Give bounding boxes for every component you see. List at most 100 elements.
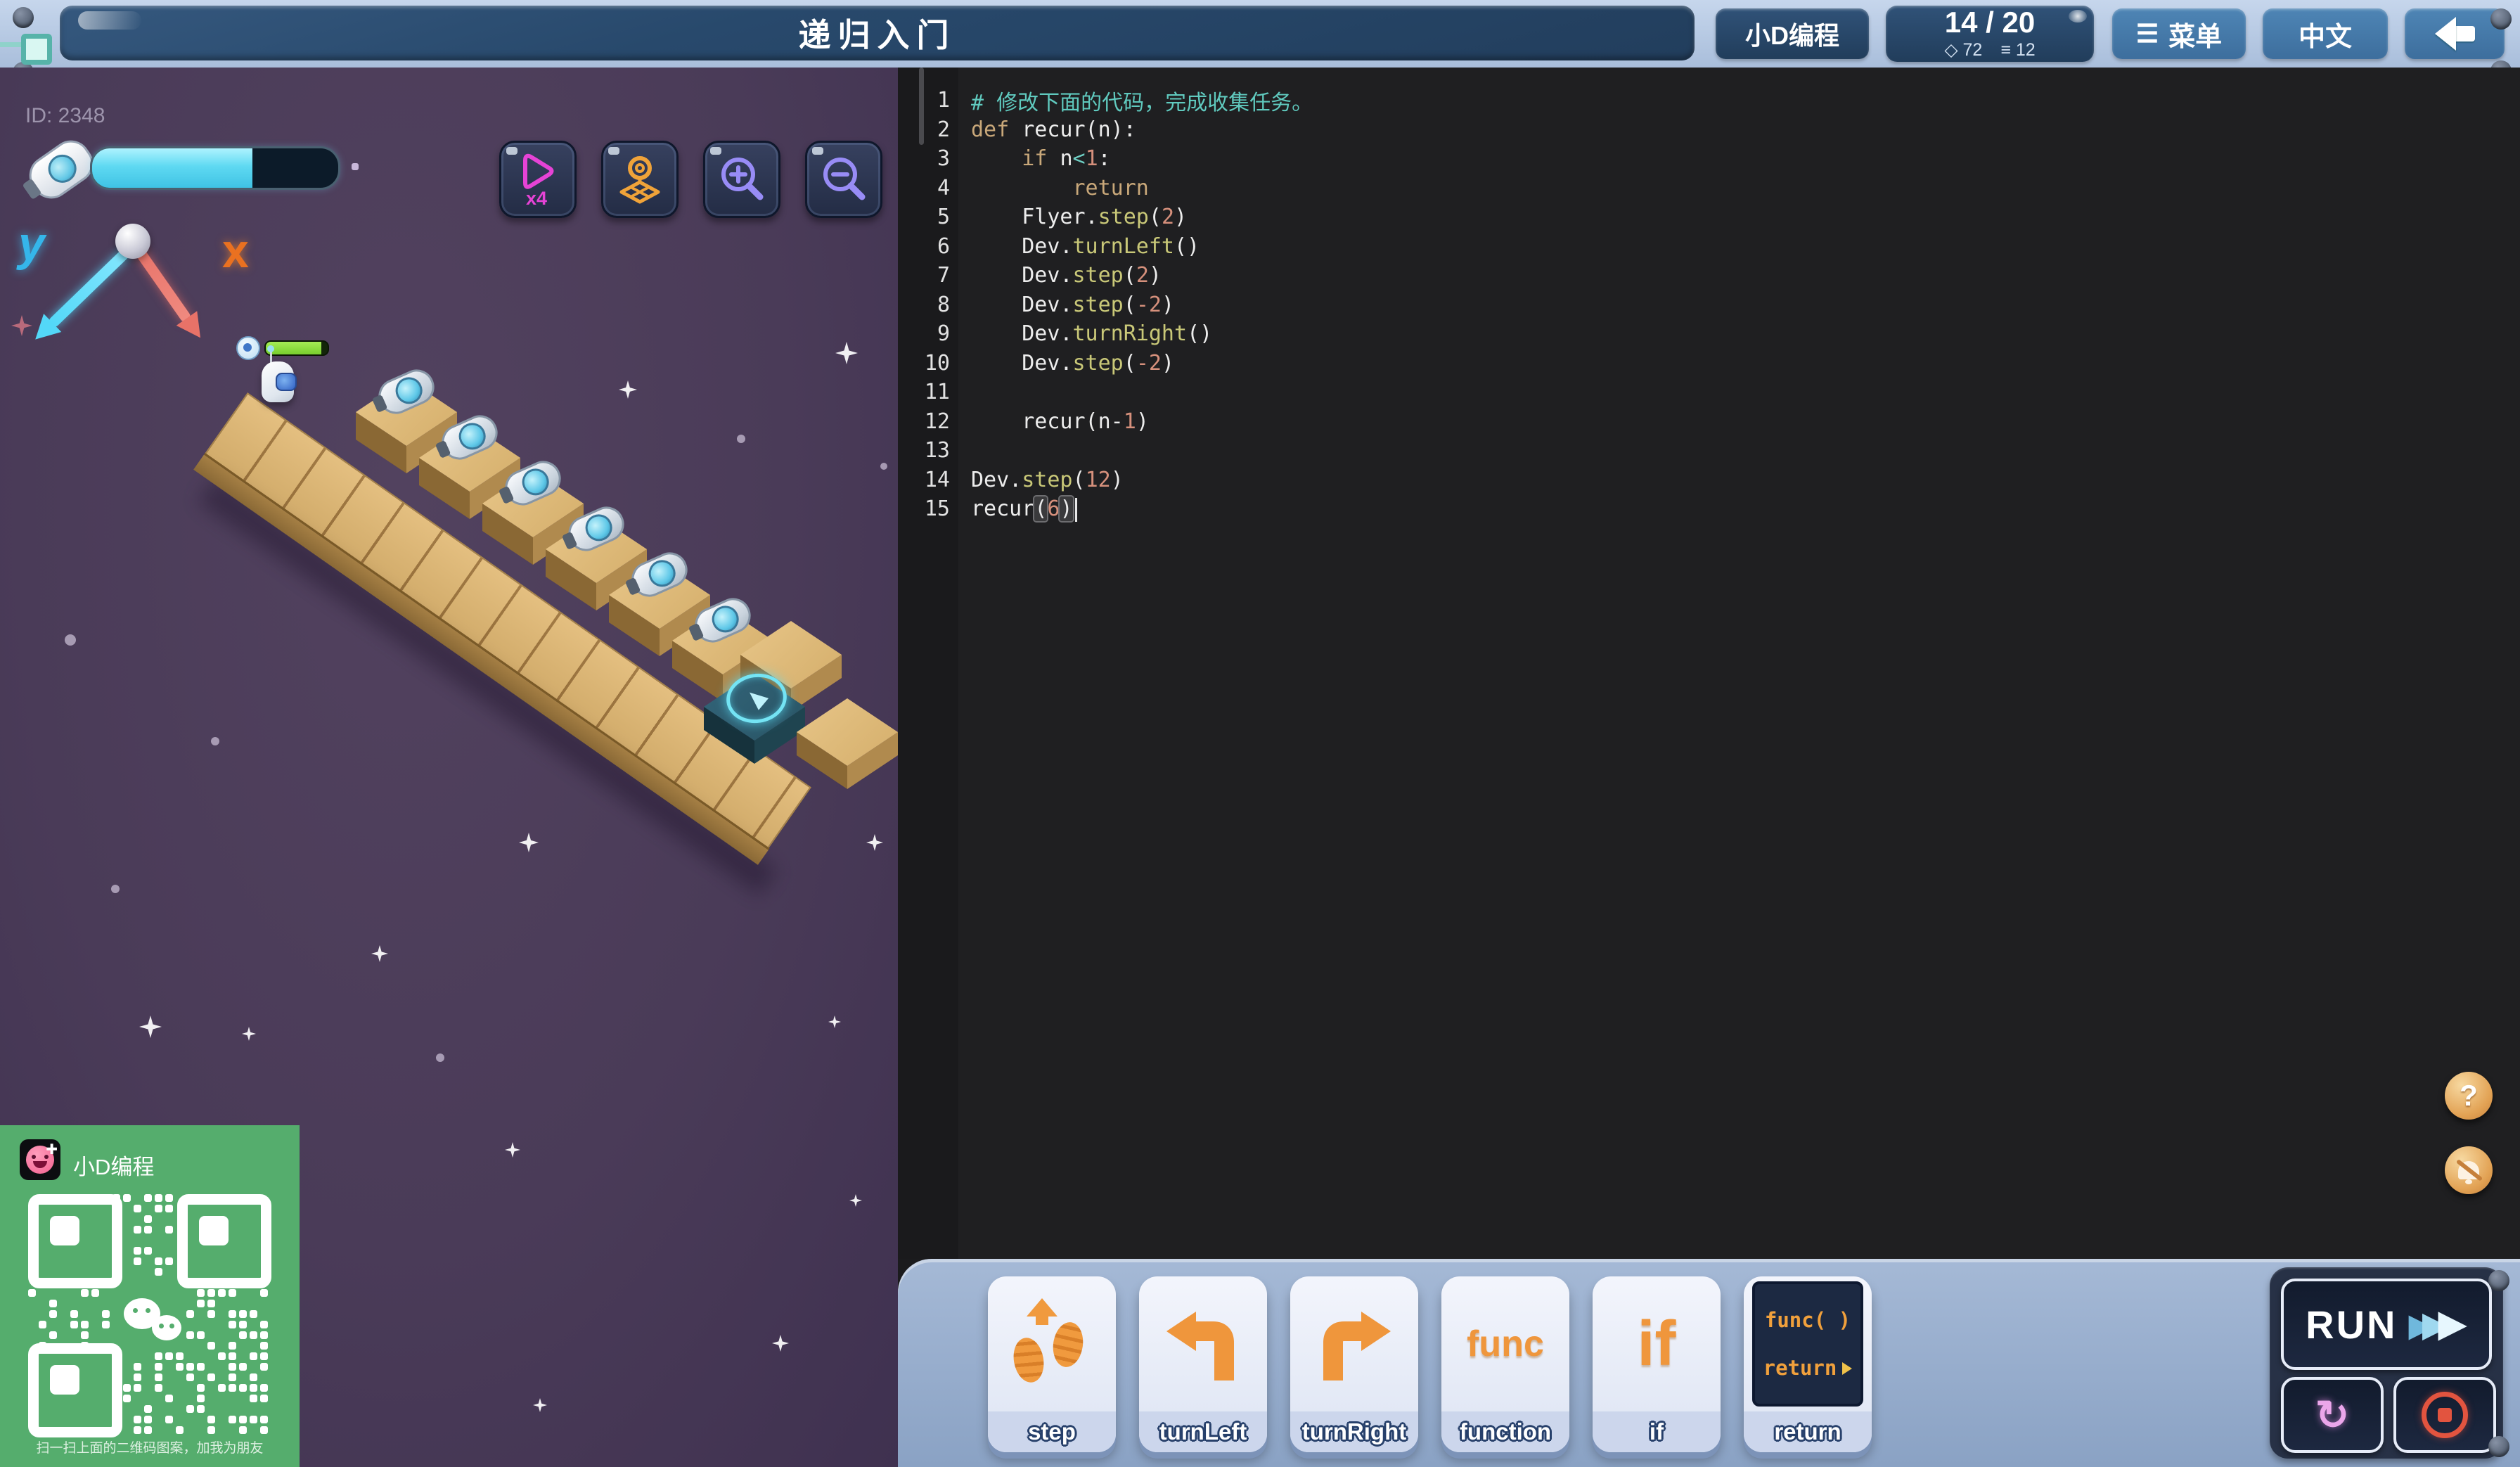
card-if[interactable]: if if: [1593, 1276, 1721, 1452]
star: [533, 1398, 547, 1412]
zoom-in-icon: [721, 158, 764, 200]
card-label: if: [1593, 1411, 1721, 1452]
card-label: function: [1441, 1411, 1569, 1452]
line-number: 3: [937, 146, 950, 172]
map-icon: [619, 156, 660, 204]
battery-collectible: [435, 409, 503, 466]
back-button[interactable]: [2405, 8, 2505, 59]
code-line: 13: [898, 436, 2520, 466]
energy-bar: [90, 146, 340, 190]
top-bar: 递归入门 小D编程 14 / 20 ◇ 72 ≡ 12 ☰ 菜单 中文: [0, 0, 2520, 83]
energy-battery-icon: [21, 128, 101, 207]
line-number: 11: [924, 380, 950, 405]
star: [371, 945, 388, 962]
mute-button[interactable]: [2445, 1146, 2493, 1194]
code-line: 3 if n<1:: [898, 144, 2520, 174]
brand-button[interactable]: 小D编程: [1716, 8, 1869, 59]
code-editor[interactable]: 1 # 修改下面的代码，完成收集任务。 2 def recur(n): 3 if n<1…: [898, 68, 2520, 1259]
rivet: [2488, 1270, 2509, 1291]
menu-button[interactable]: ☰ 菜单: [2112, 8, 2246, 59]
run-panel: RUN ▶▶▶ ↻: [2270, 1267, 2503, 1459]
star: [519, 833, 539, 852]
star: [211, 737, 219, 745]
text-cursor: [1074, 497, 1077, 522]
rivet: [2488, 1436, 2509, 1457]
star: [505, 1142, 520, 1158]
map-button[interactable]: [601, 141, 679, 218]
app-window: 递归入门 小D编程 14 / 20 ◇ 72 ≡ 12 ☰ 菜单 中文 ID:: [0, 0, 2520, 1467]
qr-panel: ✚ 小D编程 扫一扫上面的二维码图案，加我为朋友: [0, 1125, 300, 1467]
zoom-in-button[interactable]: [703, 141, 780, 218]
star: [849, 1194, 862, 1207]
line-number: 1: [937, 88, 950, 113]
line-number: 10: [924, 350, 950, 376]
run-label: RUN: [2306, 1302, 2398, 1347]
line-number: 5: [937, 205, 950, 230]
line-number: 13: [924, 438, 950, 463]
speed-button[interactable]: x4: [499, 141, 577, 218]
battery-collectible: [371, 364, 440, 420]
line-number: 15: [924, 497, 950, 522]
star: [828, 1016, 841, 1028]
language-button[interactable]: 中文: [2263, 8, 2388, 59]
reset-button[interactable]: ↻: [2281, 1377, 2384, 1453]
turn-left-icon: [1139, 1276, 1267, 1411]
card-turn-right[interactable]: turnRight: [1290, 1276, 1418, 1452]
card-return[interactable]: func( ) return return: [1744, 1276, 1872, 1452]
question-icon: ?: [2460, 1079, 2478, 1112]
line-number: 7: [937, 263, 950, 288]
player-character: [259, 345, 298, 405]
rivet: [2490, 8, 2512, 30]
line-number: 12: [924, 409, 950, 434]
reset-icon: ↻: [2315, 1392, 2350, 1438]
battery-collectible: [561, 501, 630, 557]
card-label: return: [1744, 1411, 1872, 1452]
back-arrow-tail: [2455, 26, 2475, 41]
play-arrows-icon: ▶▶▶: [2408, 1302, 2467, 1345]
energy-bar-fill: [92, 148, 252, 188]
code-lines: 1 # 修改下面的代码，完成收集任务。 2 def recur(n): 3 if n<1…: [898, 86, 2520, 524]
line-number: 8: [937, 292, 950, 317]
svg-text:x4: x4: [526, 188, 547, 207]
code-line: 15 recur(6): [898, 494, 2520, 524]
step-icon: [988, 1276, 1116, 1411]
wechat-icon: [152, 1315, 181, 1340]
battery-collectible: [498, 455, 567, 511]
star: [880, 463, 887, 470]
qr-finder: [28, 1194, 122, 1288]
turn-right-icon: [1290, 1276, 1418, 1411]
wooden-tile: [795, 696, 898, 802]
card-function[interactable]: func function: [1441, 1276, 1569, 1452]
gem-icon: ◇: [1944, 40, 1958, 60]
card-turn-left[interactable]: turnLeft: [1139, 1276, 1267, 1452]
app-logo-icon: ✚: [20, 1139, 60, 1180]
qr-app-name: 小D编程: [73, 1155, 155, 1179]
if-icon: if: [1637, 1308, 1676, 1379]
card-label: turnLeft: [1139, 1411, 1267, 1452]
zoom-out-icon: [823, 158, 866, 200]
page-title: 递归入门: [60, 6, 1695, 60]
star: [111, 885, 120, 893]
zoom-out-button[interactable]: [805, 141, 882, 218]
stop-button[interactable]: [2393, 1377, 2496, 1453]
code-line: 4 return: [898, 174, 2520, 203]
card-step[interactable]: step: [988, 1276, 1116, 1452]
y-axis-label: y: [18, 217, 45, 271]
lines-icon: ≡: [2000, 39, 2011, 60]
return-icon: func( ) return: [1744, 1276, 1872, 1411]
player-id-label: ID: 2348: [25, 104, 105, 127]
level-progress-value: 14 / 20: [1944, 6, 2036, 39]
level-progress-stats: ◇ 72 ≡ 12: [1944, 39, 2035, 60]
run-button[interactable]: RUN ▶▶▶: [2281, 1279, 2492, 1370]
game-viewport[interactable]: ID: 2348 y x x4 ✚ 小D编程 扫一扫上面的二维码图案，加我为朋友: [0, 68, 898, 1467]
help-button[interactable]: ?: [2445, 1072, 2493, 1120]
dot-decoration: [352, 163, 359, 170]
card-label: step: [988, 1411, 1116, 1452]
line-number: 6: [937, 233, 950, 259]
code-line: 7 Dev.step(2): [898, 261, 2520, 290]
code-line: 12 recur(n-1): [898, 407, 2520, 437]
code-line: 11: [898, 378, 2520, 407]
level-progress-button[interactable]: 14 / 20 ◇ 72 ≡ 12: [1886, 6, 2094, 62]
star: [737, 435, 745, 443]
code-line: 6 Dev.turnLeft(): [898, 232, 2520, 262]
